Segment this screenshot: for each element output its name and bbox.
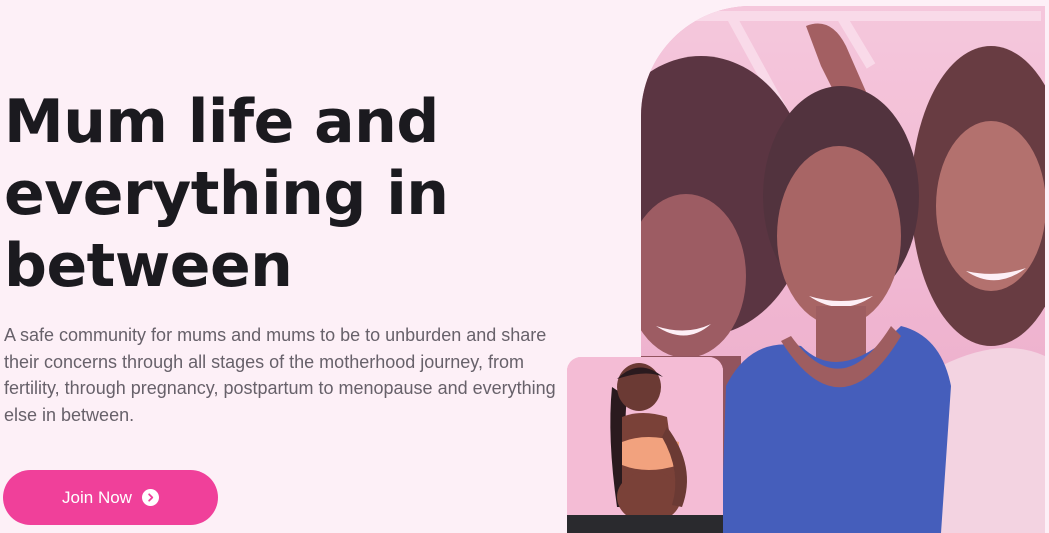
headline-line-2: everything in bbox=[4, 159, 449, 229]
headline-line-1: Mum life and bbox=[4, 87, 439, 157]
join-now-button[interactable]: Join Now bbox=[3, 470, 218, 525]
hero-section: Mum life and everything in between A saf… bbox=[0, 0, 1049, 533]
join-now-label: Join Now bbox=[62, 487, 132, 507]
hero-description: A safe community for mums and mums to be… bbox=[4, 325, 556, 425]
hero-headline: Mum life and everything in between bbox=[4, 86, 564, 302]
headline-line-3: between bbox=[4, 231, 293, 301]
chevron-right-circle-icon bbox=[141, 489, 159, 506]
secondary-photo bbox=[567, 357, 723, 533]
